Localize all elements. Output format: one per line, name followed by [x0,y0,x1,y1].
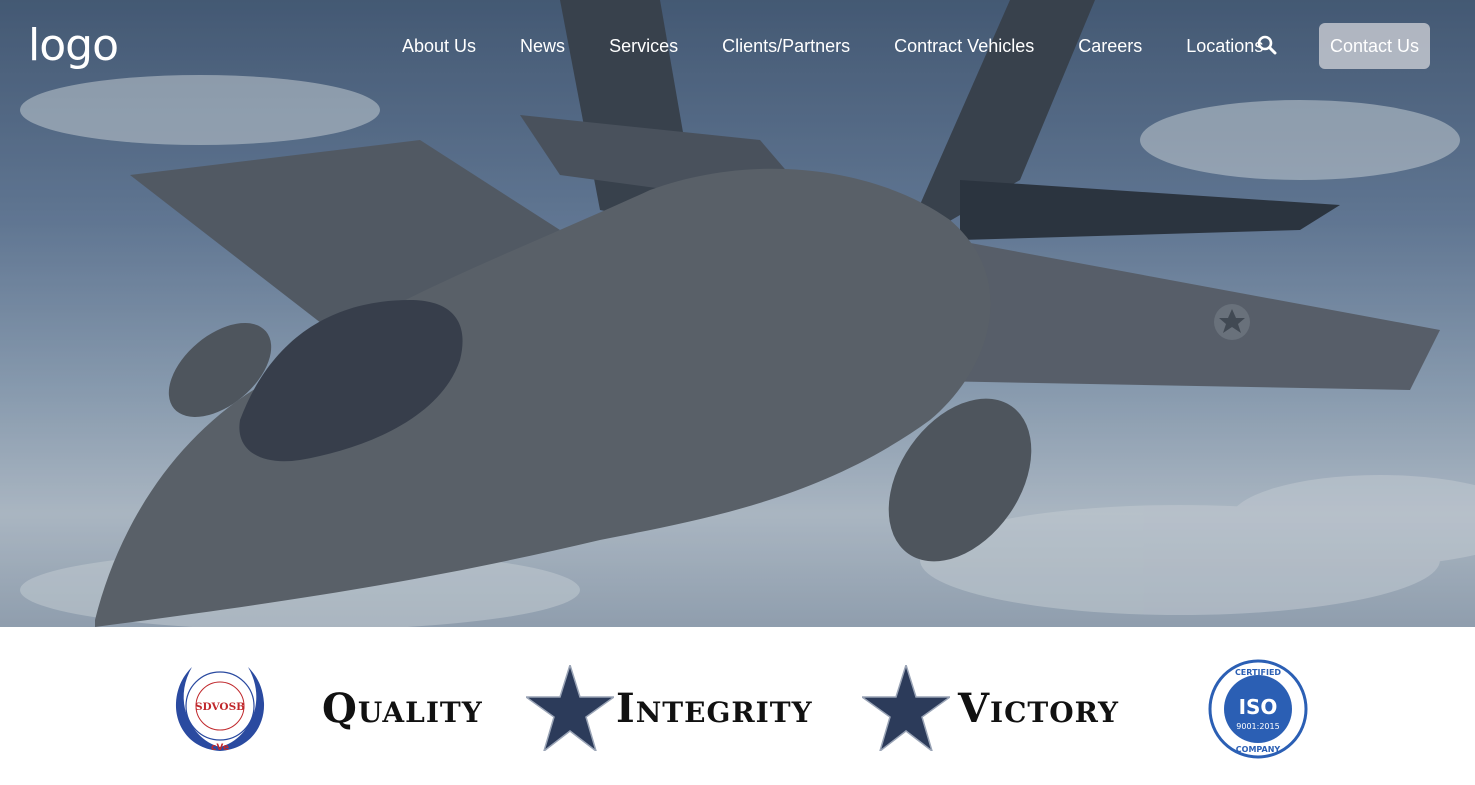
svg-text:CERTIFIED: CERTIFIED [1235,668,1281,677]
nav-contract-vehicles[interactable]: Contract Vehicles [894,23,1034,69]
sdvosb-seal-icon: SDVOSB cVe [175,667,265,753]
search-icon[interactable] [1256,34,1278,56]
svg-text:9001:2015: 9001:2015 [1236,722,1279,731]
contact-us-button[interactable]: Contact Us [1319,23,1430,69]
nav-locations[interactable]: Locations [1186,23,1263,69]
nav-clients-partners[interactable]: Clients/Partners [722,23,850,69]
star-icon [526,665,614,751]
svg-text:SDVOSB: SDVOSB [195,701,245,713]
iso-certified-seal-icon: CERTIFIED ISO 9001:2015 COMPANY [1208,659,1308,759]
motto-victory: Victory [958,685,1120,732]
motto-integrity: Integrity [616,685,813,732]
motto-banner: Quality Integrity Victory [322,665,1158,755]
hero-banner: logo About Us News Services Clients/Part… [0,0,1475,627]
top-navigation: logo About Us News Services Clients/Part… [0,0,1475,92]
svg-text:ISO: ISO [1239,695,1278,719]
nav-news[interactable]: News [520,23,565,69]
fighter-jet-image [0,0,1475,627]
star-icon [862,665,950,751]
svg-text:COMPANY: COMPANY [1236,745,1281,754]
svg-text:cVe: cVe [211,743,229,753]
nav-about-us[interactable]: About Us [402,23,476,69]
certification-strip: SDVOSB cVe Quality Integrity Victory CER… [0,627,1475,785]
main-menu: About Us News Services Clients/Partners … [380,23,1307,69]
site-logo[interactable]: logo [28,18,119,74]
nav-careers[interactable]: Careers [1078,23,1142,69]
motto-quality: Quality [322,685,483,732]
nav-services[interactable]: Services [609,23,678,69]
